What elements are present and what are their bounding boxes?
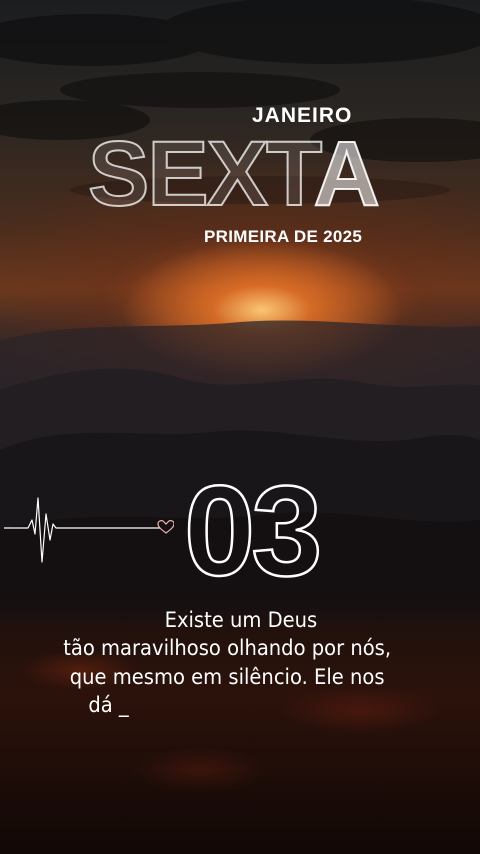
year-label: PRIMEIRA DE 2025	[204, 227, 363, 246]
message-line-3: que mesmo em silêncio. Ele nos	[69, 665, 385, 689]
message-line-4: dá _	[88, 693, 129, 717]
message-line-2: tão maravilhoso olhando por nós,	[63, 636, 392, 660]
heart-outline-icon	[157, 520, 174, 534]
weekday-title: SEXTA	[87, 127, 381, 221]
heartbeat-line-icon	[4, 497, 174, 563]
message-line-1: Existe um Deus	[164, 608, 318, 632]
weekday-title-last-letter: A	[312, 123, 380, 225]
weekday-title-main: SEXT	[87, 123, 316, 225]
day-number: 03	[183, 460, 324, 603]
